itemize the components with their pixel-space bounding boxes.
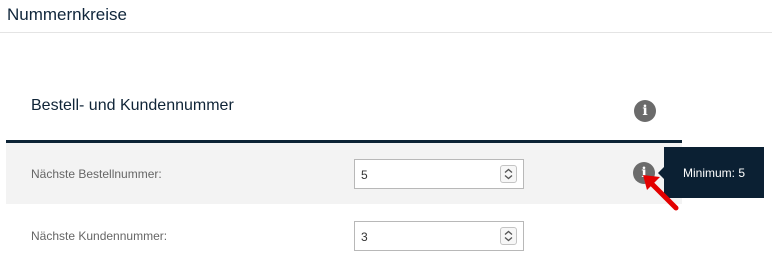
order-number-input[interactable]: 5 (354, 159, 524, 189)
stepper-arrows-icon (504, 168, 513, 180)
section-title: Bestell- und Kundennummer (31, 97, 234, 114)
customer-number-value: 3 (361, 230, 368, 244)
customer-number-stepper[interactable] (500, 227, 517, 245)
page-title: Nummernkreise (7, 5, 127, 24)
order-number-row: Nächste Bestellnummer: 5 i (6, 143, 682, 204)
annotation-arrow-icon (643, 175, 679, 211)
page-header: Nummernkreise (0, 0, 772, 33)
customer-number-label: Nächste Kundennummer: (31, 229, 168, 243)
order-number-value: 5 (361, 168, 368, 182)
order-number-label: Nächste Bestellnummer: (31, 167, 162, 181)
stepper-arrows-icon (504, 230, 513, 242)
order-number-stepper[interactable] (500, 165, 517, 183)
customer-number-row: Nächste Kundennummer: 3 (6, 204, 682, 266)
info-icon[interactable]: i (634, 100, 656, 122)
customer-number-input[interactable]: 3 (354, 221, 524, 251)
